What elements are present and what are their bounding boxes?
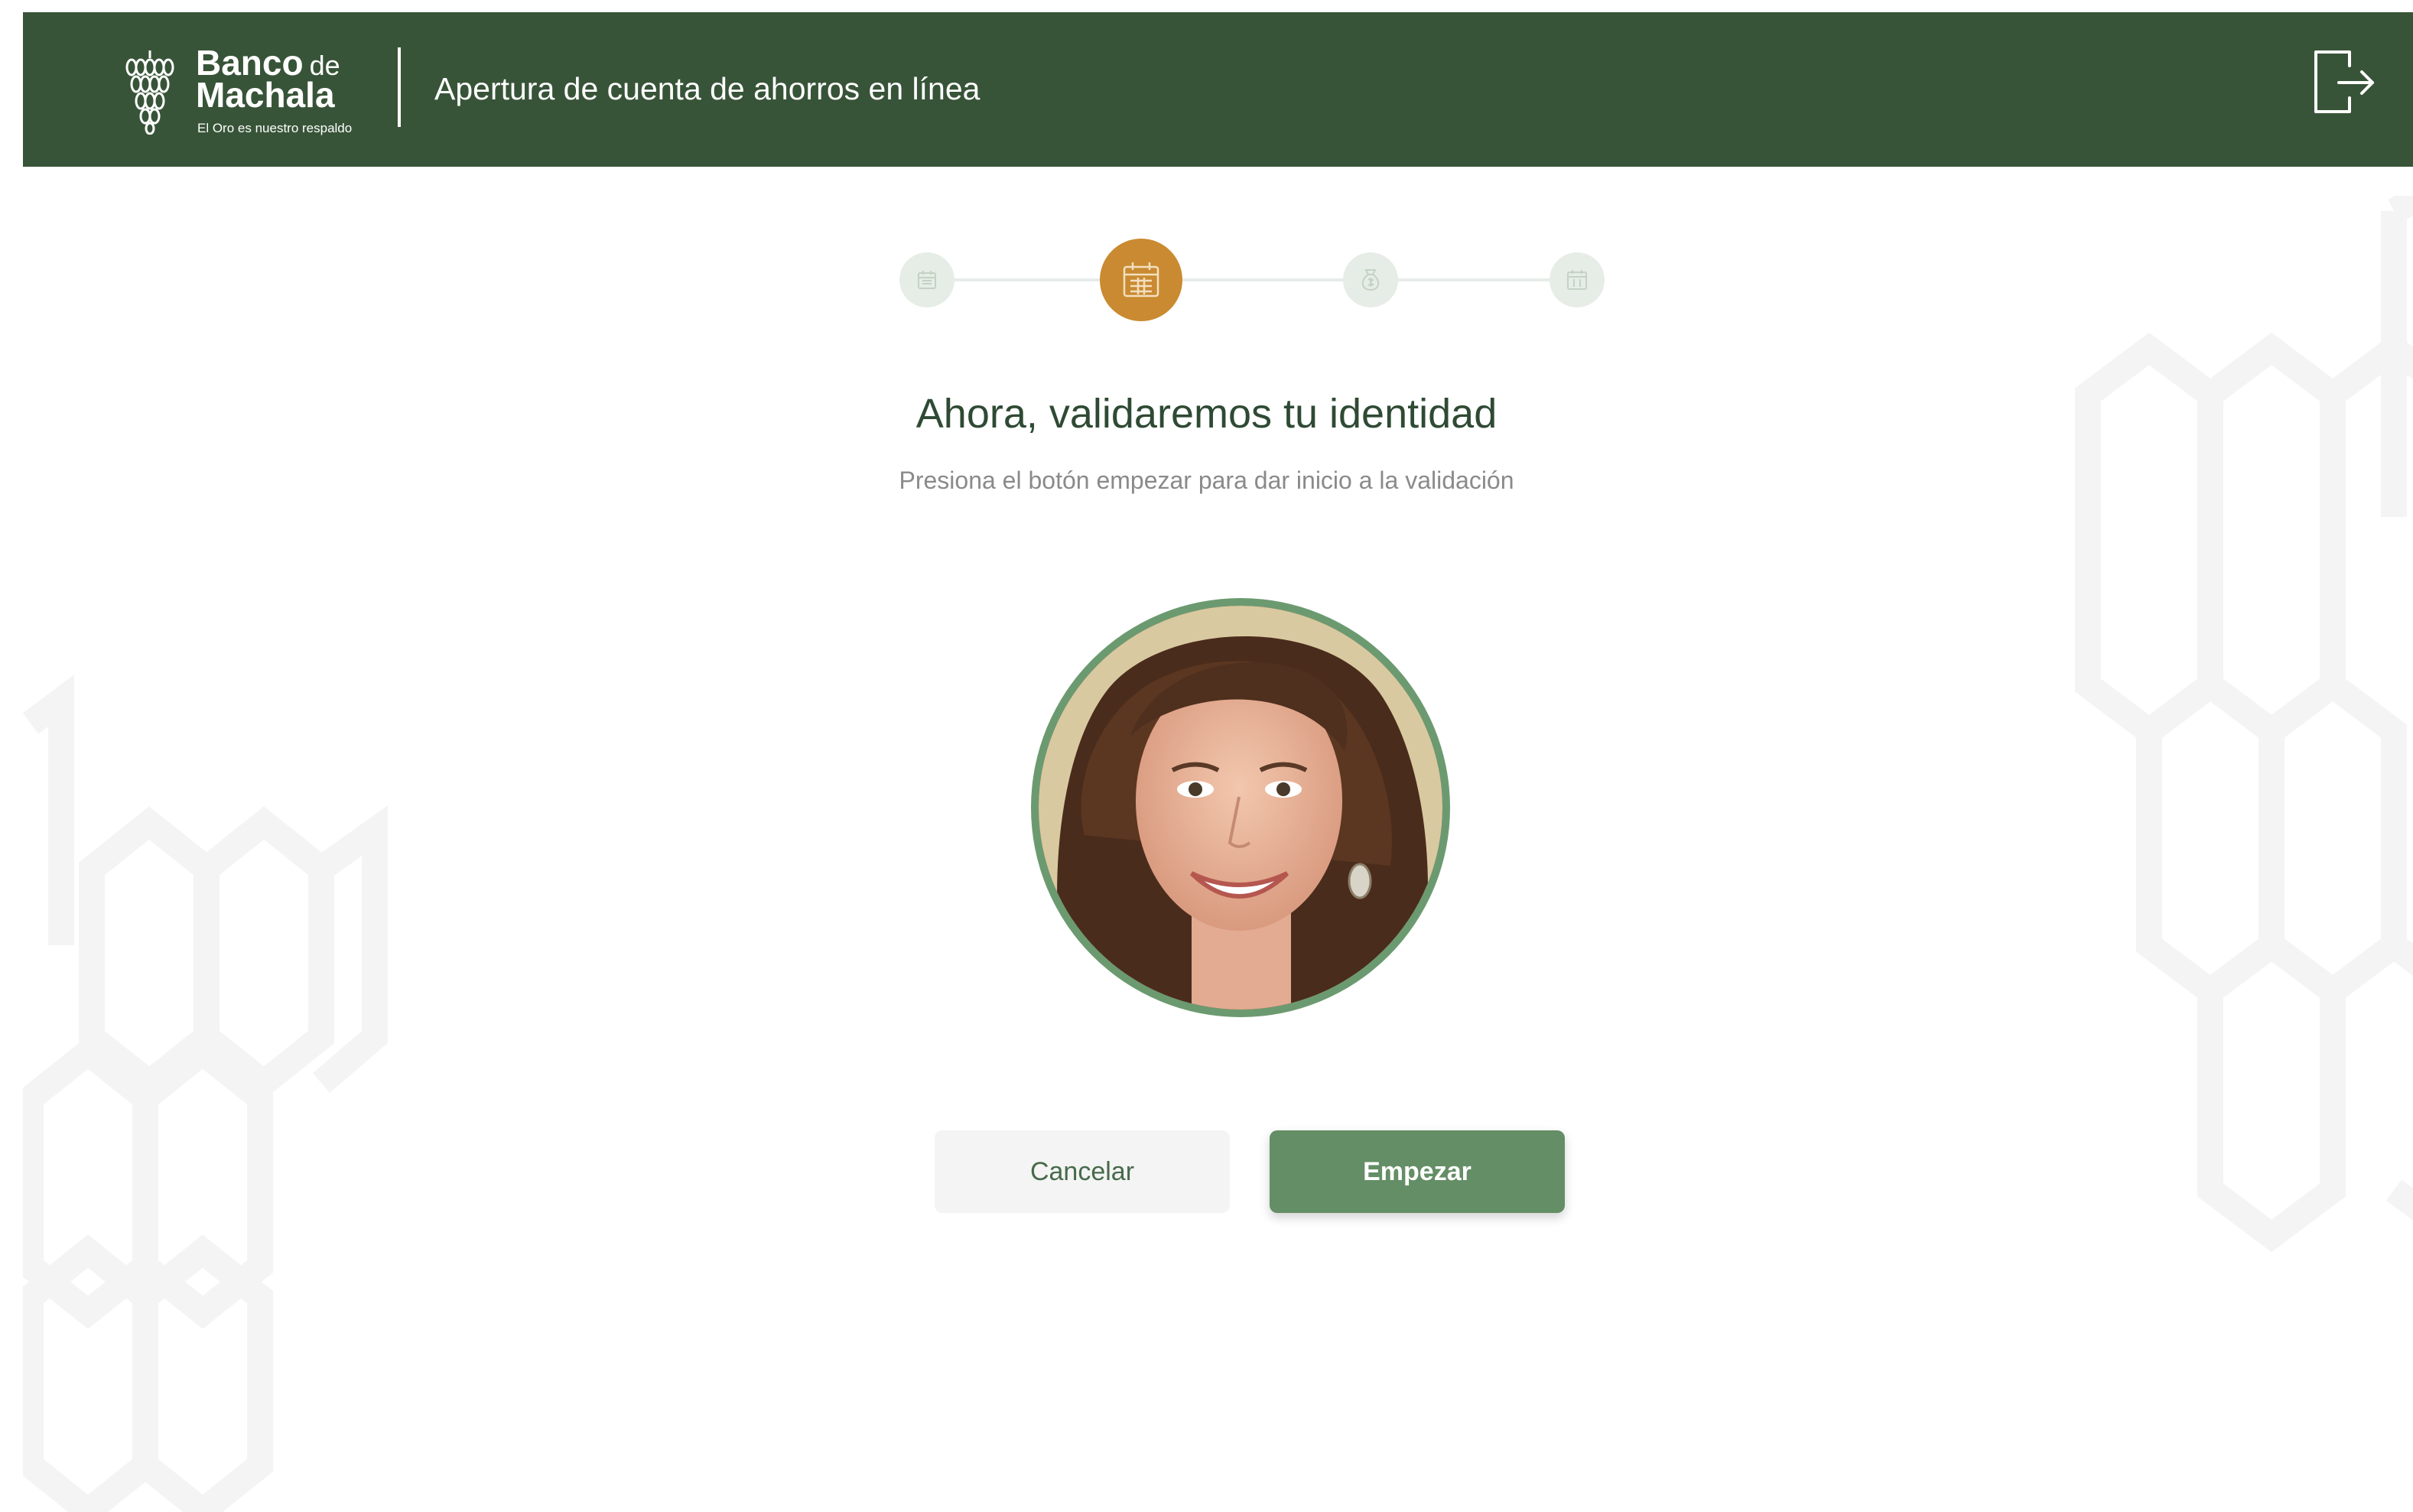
step-3 bbox=[1343, 252, 1398, 307]
calendar-icon bbox=[1123, 262, 1159, 298]
step-connector bbox=[1371, 278, 1577, 281]
face-photo-illustration bbox=[1039, 606, 1442, 1010]
cancel-button[interactable]: Cancelar bbox=[935, 1130, 1230, 1213]
face-photo bbox=[1039, 606, 1442, 1010]
grape-cluster-logo-icon bbox=[125, 50, 174, 135]
calendar-icon bbox=[918, 271, 936, 289]
page-title: Ahora, validaremos tu identidad bbox=[915, 391, 1498, 437]
face-avatar-frame bbox=[1031, 598, 1450, 1017]
progress-stepper bbox=[899, 236, 1618, 327]
header-divider bbox=[398, 47, 401, 127]
money-bag-icon bbox=[1361, 269, 1380, 291]
page-header-title: Apertura de cuenta de ahorros en línea bbox=[434, 71, 980, 106]
step-2-current bbox=[1100, 239, 1182, 321]
bank-logo[interactable]: Banco de Machala El Oro es nuestro respal… bbox=[122, 43, 382, 142]
logout-icon[interactable] bbox=[2311, 47, 2377, 130]
page-subtitle: Presiona el botón empezar para dar inici… bbox=[899, 467, 1514, 494]
step-4 bbox=[1550, 252, 1605, 307]
calendar-icon bbox=[1567, 270, 1587, 290]
app-window: Banco de Machala El Oro es nuestro respal… bbox=[23, 12, 2413, 1512]
header-bar: Banco de Machala El Oro es nuestro respal… bbox=[23, 12, 2413, 167]
hexagon-pattern-left bbox=[23, 675, 388, 1512]
hexagon-pattern-right bbox=[2075, 196, 2413, 1253]
brand-name-line2: Machala bbox=[196, 75, 335, 115]
start-button[interactable]: Empezar bbox=[1270, 1130, 1565, 1213]
brand-tagline: El Oro es nuestro respaldo bbox=[197, 121, 353, 135]
step-1 bbox=[899, 252, 954, 307]
